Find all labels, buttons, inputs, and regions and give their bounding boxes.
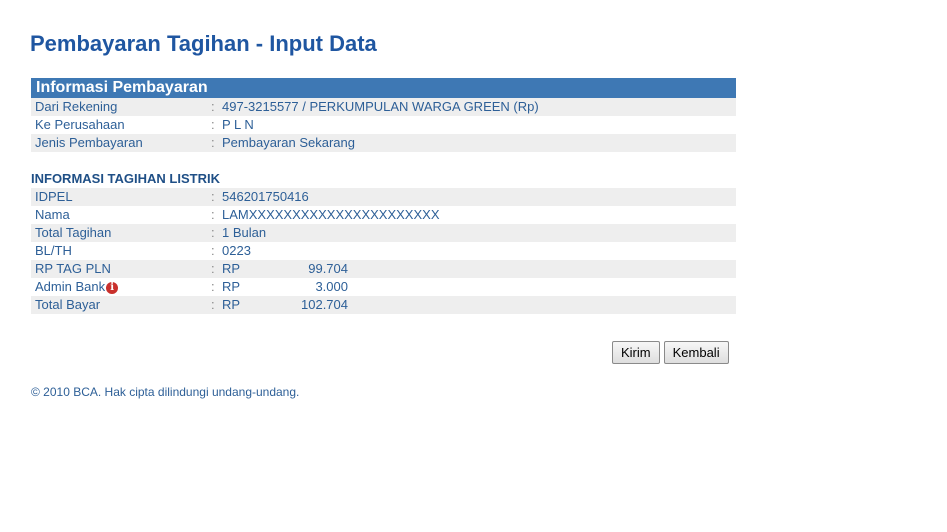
row-admin-bank: Admin Bank i : RP 3.000 bbox=[31, 278, 736, 296]
row-colon: : bbox=[211, 207, 215, 222]
currency-label: RP bbox=[222, 261, 241, 276]
submit-button[interactable]: Kirim bbox=[612, 341, 660, 364]
row-value: P L N bbox=[222, 117, 254, 132]
amount-value: 102.704 bbox=[301, 297, 348, 312]
row-value: 546201750416 bbox=[222, 189, 309, 204]
info-icon[interactable]: i bbox=[106, 282, 119, 294]
row-value: RP 99.704 bbox=[222, 260, 736, 278]
currency-label: RP bbox=[222, 279, 241, 294]
row-jenis-pembayaran: Jenis Pembayaran : Pembayaran Sekarang bbox=[31, 134, 736, 152]
row-label: Dari Rekening bbox=[35, 99, 118, 114]
row-label: Total Tagihan bbox=[35, 225, 112, 240]
row-value: 1 Bulan bbox=[222, 225, 267, 240]
row-value: RP 3.000 bbox=[222, 278, 736, 296]
amount-value: 99.704 bbox=[308, 261, 348, 276]
row-label: BL/TH bbox=[35, 243, 72, 258]
row-label: Jenis Pembayaran bbox=[35, 135, 143, 150]
payment-info-header: Informasi Pembayaran bbox=[31, 78, 736, 98]
row-label: RP TAG PLN bbox=[35, 261, 111, 276]
row-bl-th: BL/TH : 0223 bbox=[31, 242, 736, 260]
row-colon: : bbox=[211, 189, 215, 204]
admin-bank-label: Admin Bank bbox=[35, 279, 106, 294]
copyright-footer: © 2010 BCA. Hak cipta dilindungi undang-… bbox=[31, 385, 300, 399]
row-value: RP 102.704 bbox=[222, 296, 736, 314]
page: Pembayaran Tagihan - Input Data Informas… bbox=[0, 0, 947, 532]
page-title: Pembayaran Tagihan - Input Data bbox=[30, 31, 377, 56]
row-value: LAMXXXXXXXXXXXXXXXXXXXXXX bbox=[222, 207, 440, 222]
row-label: IDPEL bbox=[35, 189, 73, 204]
amount-value: 3.000 bbox=[315, 279, 348, 294]
row-label: Nama bbox=[35, 207, 70, 222]
row-colon: : bbox=[211, 117, 215, 132]
row-idpel: IDPEL : 546201750416 bbox=[31, 188, 736, 206]
row-total-bayar: Total Bayar : RP 102.704 bbox=[31, 296, 736, 314]
row-ke-perusahaan: Ke Perusahaan : P L N bbox=[31, 116, 736, 134]
row-total-tagihan: Total Tagihan : 1 Bulan bbox=[31, 224, 736, 242]
row-colon: : bbox=[211, 135, 215, 150]
row-dari-rekening: Dari Rekening : 497-3215577 / PERKUMPULA… bbox=[31, 98, 736, 116]
row-label: Ke Perusahaan bbox=[35, 117, 125, 132]
row-colon: : bbox=[211, 225, 215, 240]
action-buttons: Kirim Kembali bbox=[612, 341, 729, 364]
row-label: Total Bayar bbox=[35, 297, 101, 312]
row-colon: : bbox=[211, 297, 215, 312]
row-label: Admin Bank i bbox=[31, 278, 211, 296]
row-colon: : bbox=[211, 279, 215, 294]
back-button[interactable]: Kembali bbox=[663, 341, 729, 364]
row-colon: : bbox=[211, 243, 215, 258]
row-colon: : bbox=[211, 99, 215, 114]
payment-panel: Informasi Pembayaran Dari Rekening : 497… bbox=[31, 78, 736, 314]
row-colon: : bbox=[211, 261, 215, 276]
bill-info-title: INFORMASI TAGIHAN LISTRIK bbox=[31, 171, 220, 186]
row-rp-tag-pln: RP TAG PLN : RP 99.704 bbox=[31, 260, 736, 278]
row-value: Pembayaran Sekarang bbox=[222, 135, 355, 150]
row-value: 497-3215577 / PERKUMPULAN WARGA GREEN (R… bbox=[222, 99, 539, 114]
row-nama: Nama : LAMXXXXXXXXXXXXXXXXXXXXXX bbox=[31, 206, 736, 224]
row-value: 0223 bbox=[222, 243, 251, 258]
currency-label: RP bbox=[222, 297, 241, 312]
